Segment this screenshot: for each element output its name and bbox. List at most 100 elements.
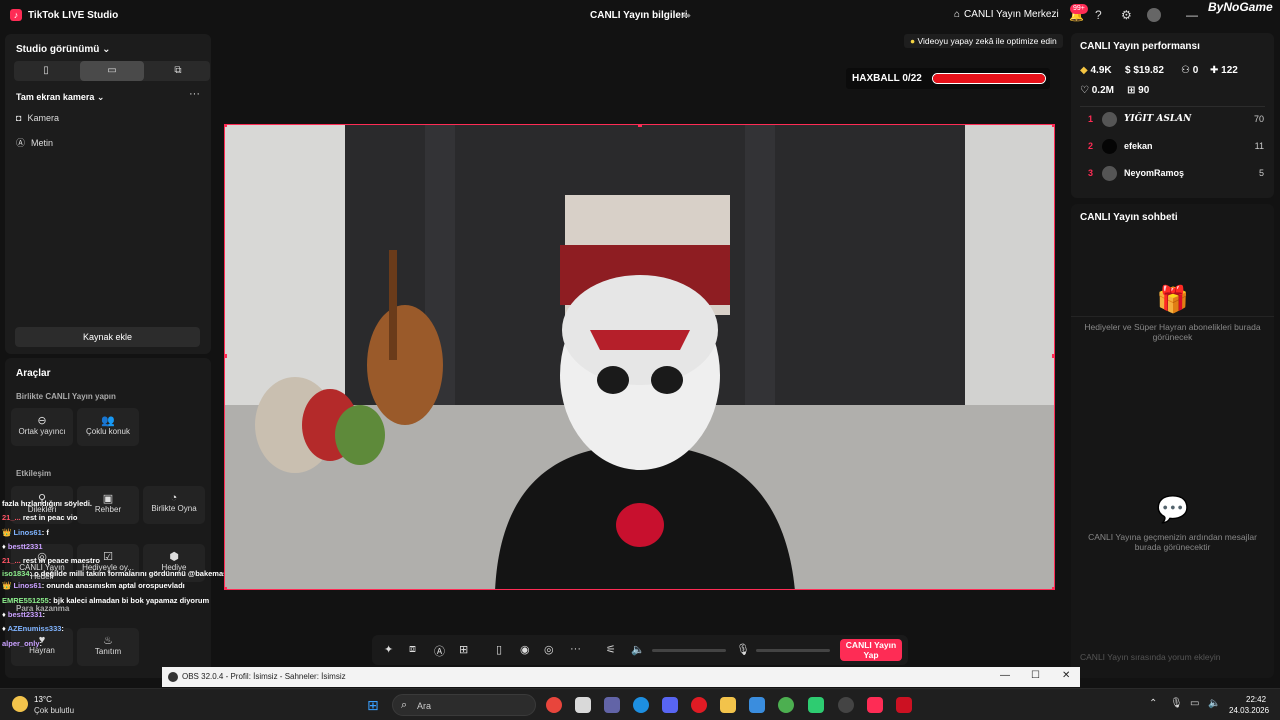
rank-name: efekan bbox=[1124, 141, 1153, 151]
ai-optimize-button[interactable]: ● Videoyu yapay zekâ ile optimize edin bbox=[904, 34, 1063, 48]
taskbar-search[interactable]: ⌕ Ara bbox=[392, 694, 536, 716]
microphone-icon[interactable]: 🎙 bbox=[1170, 698, 1183, 709]
weather-temp: 13°C bbox=[34, 695, 52, 704]
optimize-label: Videoyu yapay zekâ ile optimize edin bbox=[917, 36, 1057, 46]
ai-icon[interactable]: Ⓐ bbox=[434, 643, 445, 659]
source-item-text[interactable]: Ⓐ Metin bbox=[16, 136, 53, 149]
scene-dropdown[interactable]: Tam ekran kamera ⌄ bbox=[16, 92, 104, 103]
minimize-icon[interactable]: — bbox=[1000, 670, 1010, 681]
rank-number: 3 bbox=[1088, 168, 1094, 178]
go-live-button[interactable]: CANLI Yayın Yap bbox=[840, 639, 902, 661]
resize-handle[interactable] bbox=[638, 125, 642, 127]
speaker-icon[interactable]: 🔈 bbox=[631, 643, 645, 656]
scene-panel: Studio görünümü ⌄ ▯ ▭ ⧉ Tam ekran kamera… bbox=[5, 34, 211, 354]
add-source-button[interactable]: Kaynak ekle bbox=[15, 327, 200, 347]
message-empty-text: CANLI Yayına geçmenizin ardından mesajla… bbox=[1088, 532, 1257, 552]
live-info-button[interactable]: CANLI Yayın bilgileri bbox=[590, 10, 688, 21]
dollar-icon: $ bbox=[1125, 65, 1131, 76]
rank-name: NeyomRamoş bbox=[1124, 168, 1185, 178]
record-icon[interactable]: ◉ bbox=[520, 643, 530, 656]
chat-comment-input[interactable]: CANLI Yayın sırasında yorum ekleyin bbox=[1080, 652, 1265, 662]
chrome-icon[interactable] bbox=[546, 697, 562, 713]
opera-icon[interactable] bbox=[691, 697, 707, 713]
resize-handle[interactable] bbox=[1052, 354, 1054, 358]
dual-layout-button[interactable]: ⧉ bbox=[146, 61, 210, 81]
portrait-layout-button[interactable]: ▯ bbox=[14, 61, 78, 81]
folder-icon[interactable] bbox=[720, 697, 736, 713]
more-icon[interactable]: ··· bbox=[189, 88, 200, 100]
start-button[interactable]: ⊞ bbox=[367, 697, 379, 714]
avatar bbox=[1102, 166, 1117, 181]
discord-icon[interactable] bbox=[662, 697, 678, 713]
phone-icon[interactable]: ▯ bbox=[496, 643, 502, 656]
gear-icon[interactable]: ⚙ bbox=[1121, 8, 1132, 22]
performance-title: CANLI Yayın performansı bbox=[1080, 41, 1200, 52]
chat-message: ♦ bestt2331 bbox=[2, 541, 43, 551]
camera-settings-icon[interactable]: ◎ bbox=[544, 643, 554, 656]
video-icon[interactable] bbox=[896, 697, 912, 713]
ranking-row[interactable]: 3 NeyomRamoş 5 bbox=[1080, 164, 1270, 184]
resize-handle[interactable] bbox=[1052, 125, 1054, 127]
speaker-icon[interactable]: 🔈 bbox=[1208, 698, 1220, 709]
rank-score: 11 bbox=[1254, 141, 1264, 151]
edge-icon[interactable] bbox=[633, 697, 649, 713]
avatar bbox=[1102, 139, 1117, 154]
home-icon: ⌂ bbox=[954, 9, 961, 20]
magic-wand-icon[interactable]: ✦ bbox=[384, 643, 393, 656]
obs-window-bar[interactable]: OBS 32.0.4 - Profil: İsimsiz - Sahneler:… bbox=[162, 667, 1080, 687]
co-host-button[interactable]: ⊖ Ortak yayıncı bbox=[11, 408, 73, 446]
follower-icon: ✚ bbox=[1210, 65, 1219, 76]
effects-icon[interactable]: ⧈ bbox=[409, 643, 416, 656]
users-icon: ⚇ bbox=[1181, 65, 1190, 76]
tiktok-icon[interactable] bbox=[867, 697, 883, 713]
clock-time[interactable]: 22:42 bbox=[1246, 695, 1266, 704]
resize-handle[interactable] bbox=[225, 587, 227, 589]
divider bbox=[1071, 316, 1274, 317]
clock-date[interactable]: 24.03.2026 bbox=[1229, 706, 1269, 715]
browser-icon[interactable] bbox=[778, 697, 794, 713]
camera-preview[interactable] bbox=[224, 124, 1055, 590]
ranking-row[interactable]: 1 YIĞIT ASLAN 70 bbox=[1080, 110, 1270, 130]
coin-icon: ◆ bbox=[1080, 65, 1088, 76]
link-icon: ⊖ bbox=[37, 415, 47, 427]
microphone-icon[interactable]: 🎙 bbox=[736, 643, 750, 656]
close-icon[interactable]: ✕ bbox=[1062, 670, 1070, 681]
studio-view-dropdown[interactable]: Studio görünümü ⌄ bbox=[16, 44, 111, 55]
share-icon[interactable]: ➦ bbox=[682, 9, 691, 22]
resize-handle[interactable] bbox=[225, 125, 227, 127]
heart-icon: ♡ bbox=[1080, 85, 1089, 96]
ranking-row[interactable]: 2 efekan 11 bbox=[1080, 137, 1270, 157]
resize-handle[interactable] bbox=[1052, 587, 1054, 589]
app-icon[interactable] bbox=[808, 697, 824, 713]
message-empty-state: 💬 CANLI Yayına geçmenizin ardından mesaj… bbox=[1081, 494, 1264, 552]
display-icon[interactable]: ▭ bbox=[1190, 698, 1199, 709]
users-icon: 👥 bbox=[101, 415, 115, 427]
chat-title: CANLI Yayın sohbeti bbox=[1080, 212, 1178, 223]
live-center-button[interactable]: ⌂ CANLI Yayın Merkezi bbox=[954, 9, 1059, 20]
volume-slider[interactable] bbox=[652, 649, 726, 652]
more-icon[interactable]: ··· bbox=[570, 643, 581, 655]
resize-handle[interactable] bbox=[225, 354, 227, 358]
obs-taskbar-icon[interactable] bbox=[838, 697, 854, 713]
layout-icon[interactable]: ⊞ bbox=[459, 643, 468, 656]
avatar[interactable] bbox=[1147, 8, 1161, 22]
chat-message: 21_... rest in peac vio bbox=[2, 513, 78, 523]
mic-slider[interactable] bbox=[756, 649, 830, 652]
multi-guest-button[interactable]: 👥 Çoklu konuk bbox=[77, 408, 139, 446]
source-item-camera[interactable]: ◘ Kamera bbox=[16, 113, 59, 123]
adjust-icon[interactable]: ⚟ bbox=[606, 643, 616, 656]
app-title: TikTok LIVE Studio bbox=[28, 10, 119, 21]
search-icon: ⌕ bbox=[401, 699, 408, 711]
weather-icon[interactable] bbox=[12, 696, 28, 712]
engage-section-label: Etkileşim bbox=[16, 469, 52, 478]
minimize-icon[interactable]: — bbox=[1186, 8, 1198, 22]
landscape-layout-button[interactable]: ▭ bbox=[80, 61, 144, 81]
mail-icon[interactable] bbox=[749, 697, 765, 713]
chevron-up-icon[interactable]: ⌃ bbox=[1149, 698, 1157, 709]
help-icon[interactable]: ? bbox=[1095, 8, 1102, 22]
camera-icon: ◘ bbox=[16, 113, 22, 123]
maximize-icon[interactable]: ☐ bbox=[1031, 670, 1040, 681]
teams-icon[interactable] bbox=[604, 697, 620, 713]
store-icon[interactable] bbox=[575, 697, 591, 713]
rank-score: 5 bbox=[1258, 168, 1264, 178]
